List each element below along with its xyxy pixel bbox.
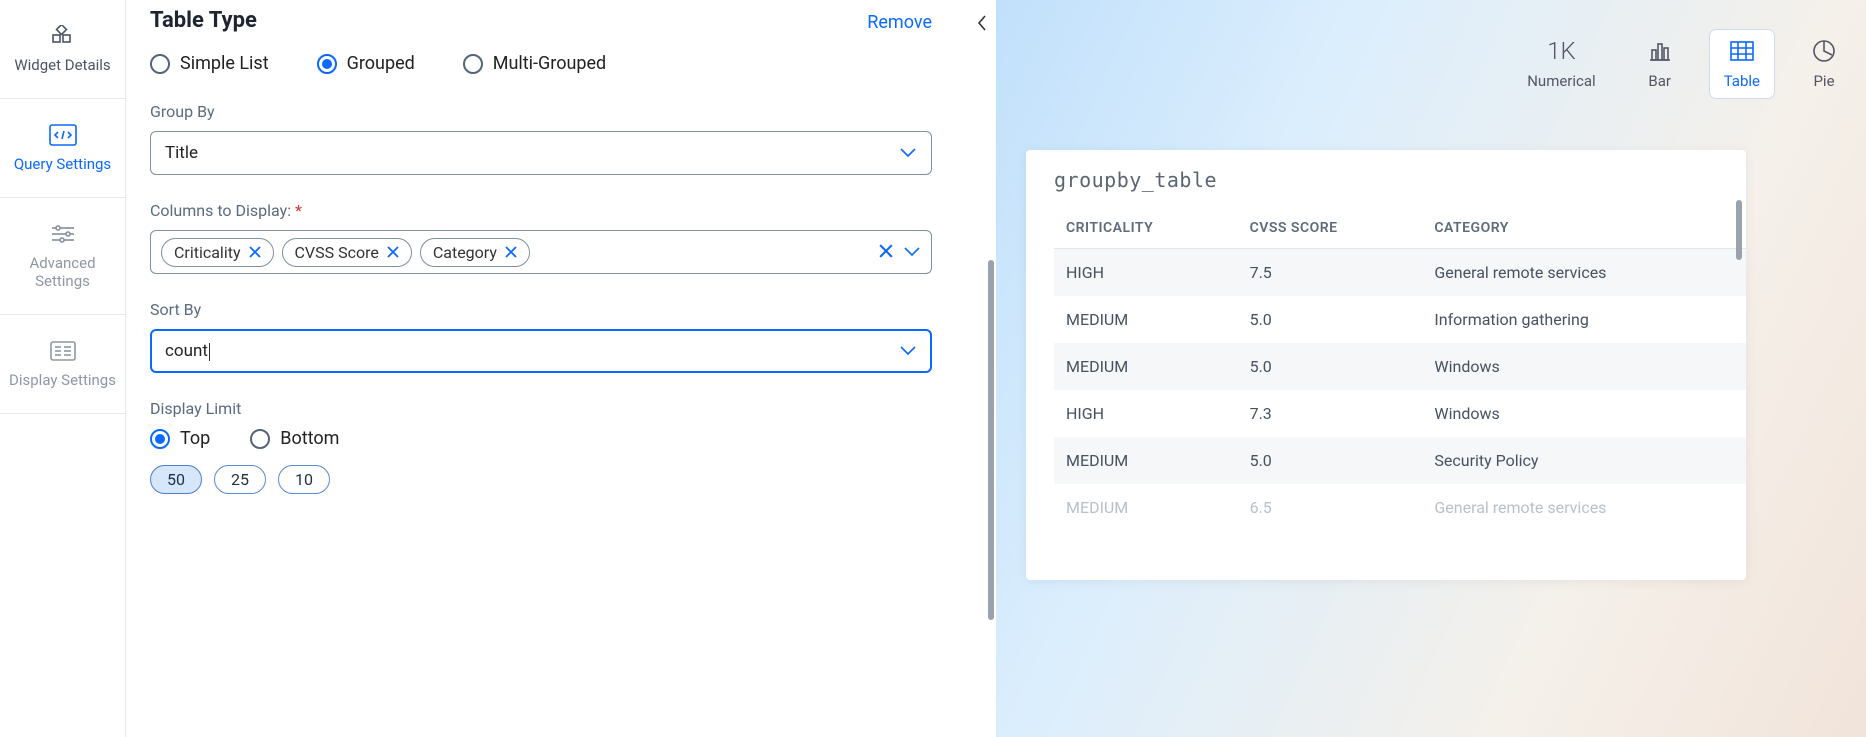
scrollbar-thumb[interactable]: [988, 260, 994, 620]
limit-pill-50[interactable]: 50: [150, 465, 202, 494]
col-header[interactable]: CATEGORY: [1422, 210, 1746, 249]
preview-scrollbar-thumb[interactable]: [1736, 200, 1742, 260]
vis-label: Numerical: [1527, 72, 1595, 90]
sort-by-value: count: [165, 341, 210, 361]
chevron-down-icon: [899, 144, 917, 163]
table-type-title: Table Type: [150, 8, 257, 33]
vis-label: Pie: [1813, 72, 1834, 90]
radio-dot: [317, 54, 337, 74]
pie-chart-icon: [1812, 38, 1836, 64]
vis-table[interactable]: Table: [1710, 30, 1774, 98]
vis-label: Bar: [1648, 72, 1671, 90]
columns-label-text: Columns to Display:: [150, 201, 291, 220]
dashboard-icon: [49, 24, 77, 48]
radio-label: Bottom: [280, 428, 339, 449]
sidebar-item-label: Advanced Settings: [8, 254, 117, 290]
group-by-select[interactable]: Title: [150, 131, 932, 175]
required-asterisk: *: [295, 201, 302, 220]
settings-sidebar: Widget Details Query Settings Advanced S…: [0, 0, 126, 737]
table-row[interactable]: MEDIUM5.0Security Policy: [1054, 437, 1746, 484]
table-icon: [1730, 38, 1754, 64]
chip-remove-icon[interactable]: [249, 243, 261, 262]
collapse-toggle-bar: [968, 0, 996, 737]
radio-multi-grouped[interactable]: Multi-Grouped: [463, 53, 606, 74]
radio-grouped[interactable]: Grouped: [317, 53, 415, 74]
radio-label: Top: [180, 428, 210, 449]
chip-remove-icon[interactable]: [505, 243, 517, 262]
radio-dot: [150, 54, 170, 74]
radio-dot: [463, 54, 483, 74]
table-row[interactable]: HIGH7.3Windows: [1054, 390, 1746, 437]
vis-pie[interactable]: Pie: [1798, 30, 1850, 98]
chip-criticality: Criticality: [161, 238, 274, 267]
radio-top[interactable]: Top: [150, 428, 210, 449]
table-row[interactable]: HIGH7.5General remote services: [1054, 249, 1746, 297]
limit-pill-25[interactable]: 25: [214, 465, 266, 494]
bar-chart-icon: [1648, 38, 1672, 64]
radio-bottom[interactable]: Bottom: [250, 428, 339, 449]
radio-label: Grouped: [347, 53, 415, 74]
radio-label: Multi-Grouped: [493, 53, 606, 74]
chip-label: Category: [433, 243, 497, 262]
chip-category: Category: [420, 238, 530, 267]
limit-pill-row: 50 25 10: [150, 465, 932, 494]
table-row[interactable]: MEDIUM6.5General remote services: [1054, 484, 1746, 531]
sidebar-item-widget-details[interactable]: Widget Details: [0, 0, 125, 99]
col-header[interactable]: CVSS SCORE: [1238, 210, 1423, 249]
visualization-toggle: 1K Numerical Bar Table: [1513, 30, 1850, 98]
form-pane: Table Type Remove Simple List Grouped Mu…: [126, 0, 968, 737]
list-settings-icon: [49, 339, 77, 363]
remove-link[interactable]: Remove: [867, 12, 932, 33]
col-header[interactable]: CRITICALITY: [1054, 210, 1238, 249]
sidebar-item-label: Display Settings: [9, 371, 116, 389]
code-icon: [49, 123, 77, 147]
chevron-down-icon[interactable]: [903, 243, 921, 262]
preview-card: groupby_table CRITICALITY CVSS SCORE CAT…: [1026, 150, 1746, 580]
numerical-icon: 1K: [1547, 38, 1575, 64]
sidebar-item-label: Query Settings: [14, 155, 111, 173]
clear-all-icon[interactable]: [879, 243, 893, 262]
sort-by-select[interactable]: count: [150, 329, 932, 373]
table-row[interactable]: MEDIUM5.0Information gathering: [1054, 296, 1746, 343]
collapse-left-icon[interactable]: [975, 14, 989, 36]
chip-cvss-score: CVSS Score: [282, 238, 412, 267]
table-row[interactable]: MEDIUM5.0Windows: [1054, 343, 1746, 390]
radio-simple-list[interactable]: Simple List: [150, 53, 269, 74]
preview-card-title: groupby_table: [1054, 168, 1746, 192]
display-limit-field: Display Limit Top Bottom 50 25 10: [150, 399, 932, 494]
vis-label: Table: [1724, 72, 1760, 90]
sort-by-field: Sort By count: [150, 300, 932, 373]
radio-dot: [150, 429, 170, 449]
columns-field: Columns to Display:* Criticality CVSS Sc…: [150, 201, 932, 274]
group-by-field: Group By Title: [150, 102, 932, 175]
sidebar-item-advanced-settings[interactable]: Advanced Settings: [0, 198, 125, 315]
chevron-down-icon: [899, 342, 917, 361]
chip-label: Criticality: [174, 243, 241, 262]
preview-pane: 1K Numerical Bar Table: [996, 0, 1866, 737]
limit-pill-10[interactable]: 10: [278, 465, 330, 494]
columns-multiselect[interactable]: Criticality CVSS Score Category: [150, 230, 932, 274]
chip-label: CVSS Score: [295, 243, 379, 262]
group-by-value: Title: [165, 143, 198, 163]
table-type-radio-group: Simple List Grouped Multi-Grouped: [150, 53, 932, 74]
radio-label: Simple List: [180, 53, 269, 74]
sort-by-label: Sort By: [150, 300, 932, 319]
chip-remove-icon[interactable]: [387, 243, 399, 262]
sidebar-item-label: Widget Details: [14, 56, 110, 74]
radio-dot: [250, 429, 270, 449]
vis-numerical[interactable]: 1K Numerical: [1513, 30, 1609, 98]
vis-bar[interactable]: Bar: [1634, 30, 1686, 98]
preview-table: CRITICALITY CVSS SCORE CATEGORY HIGH7.5G…: [1054, 210, 1746, 531]
sliders-icon: [49, 222, 77, 246]
group-by-label: Group By: [150, 102, 932, 121]
sidebar-item-query-settings[interactable]: Query Settings: [0, 99, 125, 198]
display-limit-label: Display Limit: [150, 399, 932, 418]
sidebar-item-display-settings[interactable]: Display Settings: [0, 315, 125, 414]
columns-label: Columns to Display:*: [150, 201, 932, 220]
